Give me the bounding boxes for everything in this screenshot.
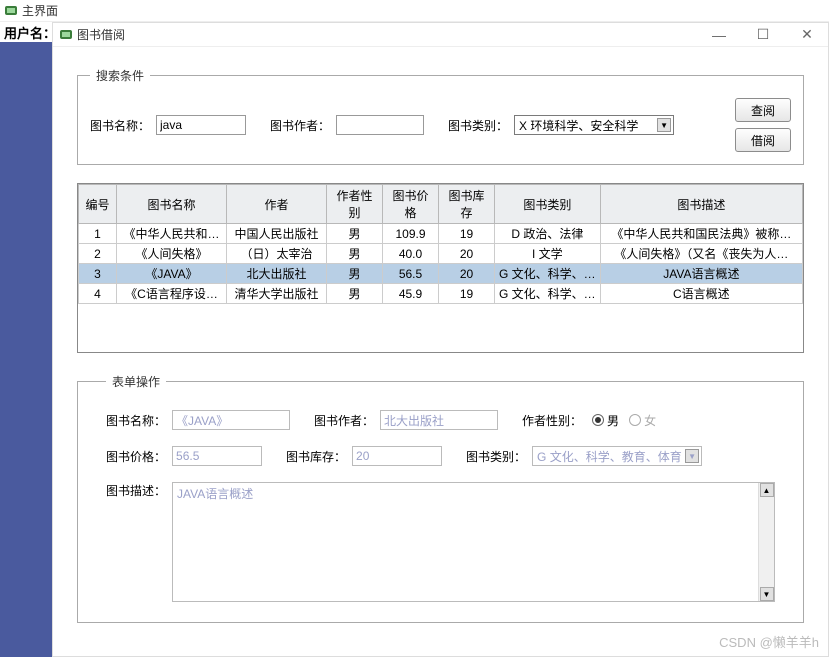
cell-name: 《JAVA》 xyxy=(117,264,227,284)
table-row[interactable]: 3《JAVA》北大出版社男56.520G 文化、科学、…JAVA语言概述 xyxy=(79,264,803,284)
cell-gender: 男 xyxy=(327,244,383,264)
search-category-label: 图书类别： xyxy=(448,117,508,134)
col-stock[interactable]: 图书库存 xyxy=(439,185,495,224)
cell-name: 《C语言程序设… xyxy=(117,284,227,304)
main-window-title: 主界面 xyxy=(22,2,58,19)
cell-category: D 政治、法律 xyxy=(495,224,601,244)
col-id[interactable]: 编号 xyxy=(79,185,117,224)
cell-id: 4 xyxy=(79,284,117,304)
cell-gender: 男 xyxy=(327,224,383,244)
main-titlebar: 主界面 xyxy=(0,0,829,22)
search-category-value: X 环境科学、安全科学 xyxy=(519,117,638,134)
query-button[interactable]: 查阅 xyxy=(735,98,791,122)
form-gender-label: 作者性别： xyxy=(522,412,582,429)
form-category-label: 图书类别： xyxy=(466,448,526,465)
cell-stock: 20 xyxy=(439,264,495,284)
dialog-titlebar[interactable]: 图书借阅 — ☐ ✕ xyxy=(53,23,828,47)
cell-category: I 文学 xyxy=(495,244,601,264)
scroll-up-icon[interactable]: ▲ xyxy=(760,483,774,497)
chevron-down-icon: ▼ xyxy=(657,118,671,132)
search-legend: 搜索条件 xyxy=(90,67,150,84)
cell-author: 北大出版社 xyxy=(227,264,327,284)
cell-gender: 男 xyxy=(327,264,383,284)
radio-female[interactable]: 女 xyxy=(629,412,656,429)
chevron-down-icon: ▼ xyxy=(685,449,699,463)
cell-gender: 男 xyxy=(327,284,383,304)
cell-author: （日）太宰治 xyxy=(227,244,327,264)
minimize-button[interactable]: — xyxy=(704,25,734,45)
cell-desc: 《人间失格》（又名《丧失为人… xyxy=(600,244,802,264)
table-row[interactable]: 1《中华人民共和…中国人民出版社男109.919D 政治、法律《中华人民共和国民… xyxy=(79,224,803,244)
maximize-button[interactable]: ☐ xyxy=(748,25,778,45)
watermark: CSDN @懒羊羊h xyxy=(719,632,819,651)
cell-category: G 文化、科学、… xyxy=(495,284,601,304)
dialog-title: 图书借阅 xyxy=(77,26,704,43)
form-stock-input[interactable] xyxy=(352,446,442,466)
borrow-button[interactable]: 借阅 xyxy=(735,128,791,152)
col-category[interactable]: 图书类别 xyxy=(495,185,601,224)
form-name-label: 图书名称： xyxy=(106,412,166,429)
cell-category: G 文化、科学、… xyxy=(495,264,601,284)
borrow-dialog: 图书借阅 — ☐ ✕ 搜索条件 图书名称： 图书作者： 图书类别： X 环境科学… xyxy=(52,22,829,657)
form-name-input[interactable] xyxy=(172,410,290,430)
app-icon xyxy=(4,4,18,18)
search-name-label: 图书名称： xyxy=(90,117,150,134)
radio-male-label: 男 xyxy=(607,412,619,429)
search-category-select[interactable]: X 环境科学、安全科学 ▼ xyxy=(514,115,674,135)
form-category-select[interactable]: G 文化、科学、教育、体育 ▼ xyxy=(532,446,702,466)
cell-price: 40.0 xyxy=(383,244,439,264)
cell-desc: 《中华人民共和国民法典》被称… xyxy=(600,224,802,244)
cell-price: 45.9 xyxy=(383,284,439,304)
cell-name: 《中华人民共和… xyxy=(117,224,227,244)
user-label: 用户名： xyxy=(4,23,56,42)
form-legend: 表单操作 xyxy=(106,373,166,390)
radio-male[interactable]: 男 xyxy=(592,412,619,429)
form-desc-label: 图书描述： xyxy=(106,482,166,499)
col-price[interactable]: 图书价格 xyxy=(383,185,439,224)
form-fieldset: 表单操作 图书名称： 图书作者： 作者性别： 男 xyxy=(77,373,804,623)
cell-price: 109.9 xyxy=(383,224,439,244)
book-table-container[interactable]: 编号 图书名称 作者 作者性别 图书价格 图书库存 图书类别 图书描述 1《中华… xyxy=(77,183,804,353)
col-name[interactable]: 图书名称 xyxy=(117,185,227,224)
dialog-icon xyxy=(59,28,73,42)
form-author-label: 图书作者： xyxy=(314,412,374,429)
col-author[interactable]: 作者 xyxy=(227,185,327,224)
cell-name: 《人间失格》 xyxy=(117,244,227,264)
cell-stock: 19 xyxy=(439,284,495,304)
cell-stock: 20 xyxy=(439,244,495,264)
col-gender[interactable]: 作者性别 xyxy=(327,185,383,224)
cell-price: 56.5 xyxy=(383,264,439,284)
textarea-scrollbar[interactable]: ▲ ▼ xyxy=(758,483,774,601)
cell-desc: C语言概述 xyxy=(600,284,802,304)
main-sidebar xyxy=(0,42,52,657)
cell-desc: JAVA语言概述 xyxy=(600,264,802,284)
table-row[interactable]: 2《人间失格》（日）太宰治男40.020I 文学《人间失格》（又名《丧失为人… xyxy=(79,244,803,264)
form-stock-label: 图书库存： xyxy=(286,448,346,465)
scroll-down-icon[interactable]: ▼ xyxy=(760,587,774,601)
table-row[interactable]: 4《C语言程序设…清华大学出版社男45.919G 文化、科学、…C语言概述 xyxy=(79,284,803,304)
form-author-input[interactable] xyxy=(380,410,498,430)
book-table: 编号 图书名称 作者 作者性别 图书价格 图书库存 图书类别 图书描述 1《中华… xyxy=(78,184,803,304)
cell-id: 1 xyxy=(79,224,117,244)
form-desc-textarea[interactable]: JAVA语言概述 xyxy=(173,483,758,601)
search-author-label: 图书作者： xyxy=(270,117,330,134)
cell-stock: 19 xyxy=(439,224,495,244)
radio-female-label: 女 xyxy=(644,412,656,429)
close-button[interactable]: ✕ xyxy=(792,25,822,45)
form-price-label: 图书价格： xyxy=(106,448,166,465)
form-price-input[interactable] xyxy=(172,446,262,466)
cell-id: 2 xyxy=(79,244,117,264)
cell-id: 3 xyxy=(79,264,117,284)
form-category-value: G 文化、科学、教育、体育 xyxy=(537,448,682,465)
cell-author: 中国人民出版社 xyxy=(227,224,327,244)
search-author-input[interactable] xyxy=(336,115,424,135)
cell-author: 清华大学出版社 xyxy=(227,284,327,304)
search-fieldset: 搜索条件 图书名称： 图书作者： 图书类别： X 环境科学、安全科学 ▼ 查阅 … xyxy=(77,67,804,165)
search-name-input[interactable] xyxy=(156,115,246,135)
col-desc[interactable]: 图书描述 xyxy=(600,185,802,224)
